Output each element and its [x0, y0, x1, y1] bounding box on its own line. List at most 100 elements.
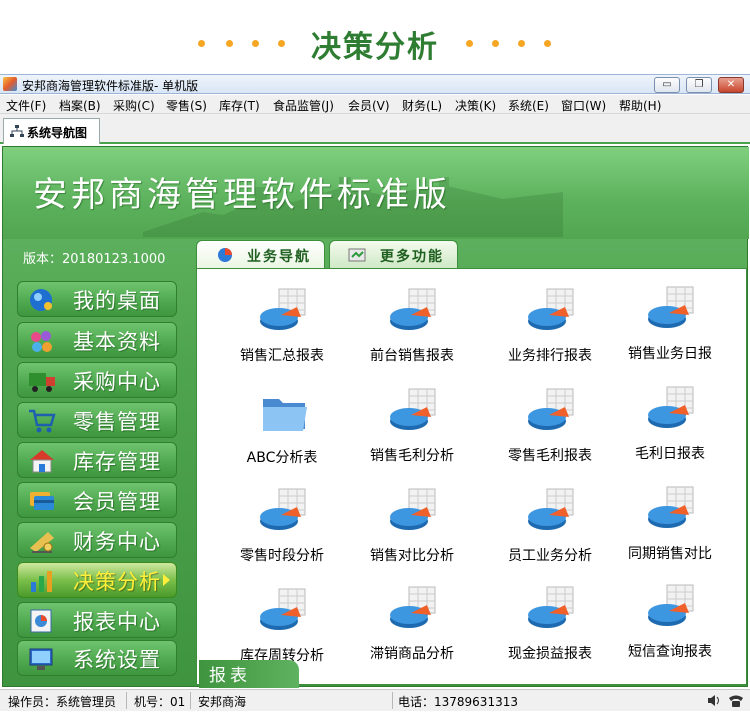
grid-item-abc-analysis[interactable]: ABC分析表: [217, 389, 347, 485]
sidebar-item-label: 零售管理: [73, 410, 161, 434]
header-banner: 安邦商海管理软件标准版: [3, 147, 749, 239]
menu-window[interactable]: 窗口(W): [561, 97, 606, 114]
grid-item-label: 员工业务分析: [508, 548, 592, 564]
grid-item-label: 销售业务日报: [628, 346, 712, 362]
sidebar-item-inventory-management[interactable]: 库存管理: [17, 442, 177, 478]
tab-label: 更多功能: [380, 249, 444, 265]
sidebar-item-label: 决策分析: [73, 570, 161, 594]
status-divider: [392, 692, 393, 709]
status-bar: 操作员：系统管理员 机号：01 安邦商海 电话：13789631313: [0, 689, 750, 711]
sidebar-item-label: 会员管理: [73, 490, 161, 514]
pie-report-icon: [648, 286, 694, 328]
sidebar-item-my-desktop[interactable]: 我的桌面: [17, 281, 177, 317]
decorative-dot: [492, 40, 499, 47]
grid-item-label: 业务排行报表: [508, 348, 592, 364]
menu-archive[interactable]: 档案(B): [59, 97, 101, 114]
sidebar-item-system-settings[interactable]: 系统设置: [17, 640, 177, 676]
grid-item-retail-gross-profit-report[interactable]: 零售毛利报表: [485, 387, 615, 483]
grid-item-business-ranking-report[interactable]: 业务排行报表: [485, 287, 615, 383]
sidebar-item-report-center[interactable]: 报表中心: [17, 602, 177, 638]
grid-item-sales-daily-report[interactable]: 销售业务日报: [605, 285, 735, 381]
menu-food-supervision[interactable]: 食品监管(J): [273, 97, 334, 114]
sidebar-item-label: 财务中心: [73, 530, 161, 554]
grid-item-retail-time-period-analysis[interactable]: 零售时段分析: [217, 487, 347, 583]
menu-file[interactable]: 文件(F): [6, 97, 46, 114]
grid-item-sales-gross-profit-analysis[interactable]: 销售毛利分析: [347, 387, 477, 483]
grid-item-sales-comparison-analysis[interactable]: 销售对比分析: [347, 487, 477, 583]
sidebar-item-label: 我的桌面: [73, 289, 161, 313]
chart-bars-icon: [31, 571, 52, 592]
menu-system[interactable]: 系统(E): [508, 97, 549, 114]
desktop-icon: [30, 289, 52, 311]
window-title: 安邦商海管理软件标准版- 单机版: [22, 79, 199, 93]
tab-business-navigation[interactable]: 业务导航: [196, 240, 325, 268]
menu-help[interactable]: 帮助(H): [619, 97, 661, 114]
menu-finance[interactable]: 财务(L): [402, 97, 442, 114]
version-label: 版本：20180123.1000: [23, 252, 166, 267]
speaker-icon[interactable]: [706, 693, 722, 708]
sidebar-item-member-management[interactable]: 会员管理: [17, 482, 177, 518]
grid-item-label: 前台销售报表: [370, 348, 454, 364]
pie-report-icon: [390, 388, 436, 430]
menu-member[interactable]: 会员(V): [348, 97, 390, 114]
restore-button[interactable]: ❐: [686, 77, 712, 93]
tab-more-functions[interactable]: 更多功能: [329, 240, 458, 268]
sitemap-icon: [10, 125, 24, 137]
grid-item-gross-profit-daily-report[interactable]: 毛利日报表: [605, 385, 735, 481]
grid-item-sales-summary-report[interactable]: 销售汇总报表: [217, 287, 347, 383]
finance-icon: [30, 532, 54, 553]
grid-item-label: 零售毛利报表: [508, 448, 592, 464]
grid-item-label: 零售时段分析: [240, 548, 324, 564]
telephone-icon[interactable]: [728, 693, 744, 708]
sidebar-item-label: 基本资料: [73, 330, 161, 354]
status-divider: [126, 692, 127, 709]
grid-item-front-desk-sales-report[interactable]: 前台销售报表: [347, 287, 477, 383]
grid-item-label: 短信查询报表: [628, 644, 712, 660]
decorative-dot: [544, 40, 551, 47]
menu-decision[interactable]: 决策(K): [455, 97, 496, 114]
sidebar-item-retail-management[interactable]: 零售管理: [17, 402, 177, 438]
status-divider: [190, 692, 191, 709]
folder-icon: [263, 399, 307, 431]
cubes-icon: [31, 331, 52, 352]
pie-report-icon: [648, 386, 694, 428]
pie-report-icon: [260, 488, 306, 530]
sidebar-item-label: 系统设置: [73, 648, 161, 672]
sidebar-item-finance-center[interactable]: 财务中心: [17, 522, 177, 558]
pie-report-icon: [648, 584, 694, 626]
sidebar-item-label: 采购中心: [73, 370, 161, 394]
pie-report-icon: [390, 288, 436, 330]
close-button[interactable]: ✕: [718, 77, 744, 93]
grid-item-employee-business-analysis[interactable]: 员工业务分析: [485, 487, 615, 583]
pie-report-icon: [528, 586, 574, 628]
grid-item-label: 销售毛利分析: [370, 448, 454, 464]
sidebar-item-decision-analysis[interactable]: 决策分析: [17, 562, 177, 598]
menu-inventory[interactable]: 库存(T): [219, 97, 260, 114]
pie-report-icon: [528, 488, 574, 530]
warehouse-icon: [30, 450, 54, 473]
cart-icon: [29, 409, 56, 433]
status-operator: 操作员：系统管理员: [8, 695, 117, 709]
grid-item-label: 销售对比分析: [370, 548, 454, 564]
pie-report-icon: [260, 588, 306, 630]
grid-item-label: 毛利日报表: [635, 446, 705, 462]
grid-item-cash-profit-loss-report[interactable]: 现金损益报表: [485, 585, 615, 681]
minimize-button[interactable]: ▭: [654, 77, 680, 93]
grid-item-slow-moving-goods-analysis[interactable]: 滞销商品分析: [347, 585, 477, 681]
more-functions-icon: [348, 248, 366, 262]
grid-item-same-period-sales-comparison[interactable]: 同期销售对比: [605, 485, 735, 581]
window-titlebar[interactable]: 安邦商海管理软件标准版- 单机版 ▭ ❐ ✕: [0, 74, 750, 94]
menu-purchase[interactable]: 采购(C): [113, 97, 155, 114]
sidebar-item-basic-data[interactable]: 基本资料: [17, 322, 177, 358]
decorative-dot: [518, 40, 525, 47]
banner-title: 决策分析: [311, 30, 439, 65]
grid-item-sms-query-report[interactable]: 短信查询报表: [605, 583, 735, 679]
sidebar-item-purchase-center[interactable]: 采购中心: [17, 362, 177, 398]
app-logo-icon: [3, 77, 17, 91]
pie-report-icon: [260, 288, 306, 330]
menu-retail[interactable]: 零售(S): [166, 97, 207, 114]
report-section-tag: 报表: [199, 660, 299, 688]
grid-item-label: ABC分析表: [246, 450, 318, 466]
tab-system-navigation[interactable]: 系统导航图: [3, 118, 100, 144]
pie-report-icon: [390, 488, 436, 530]
